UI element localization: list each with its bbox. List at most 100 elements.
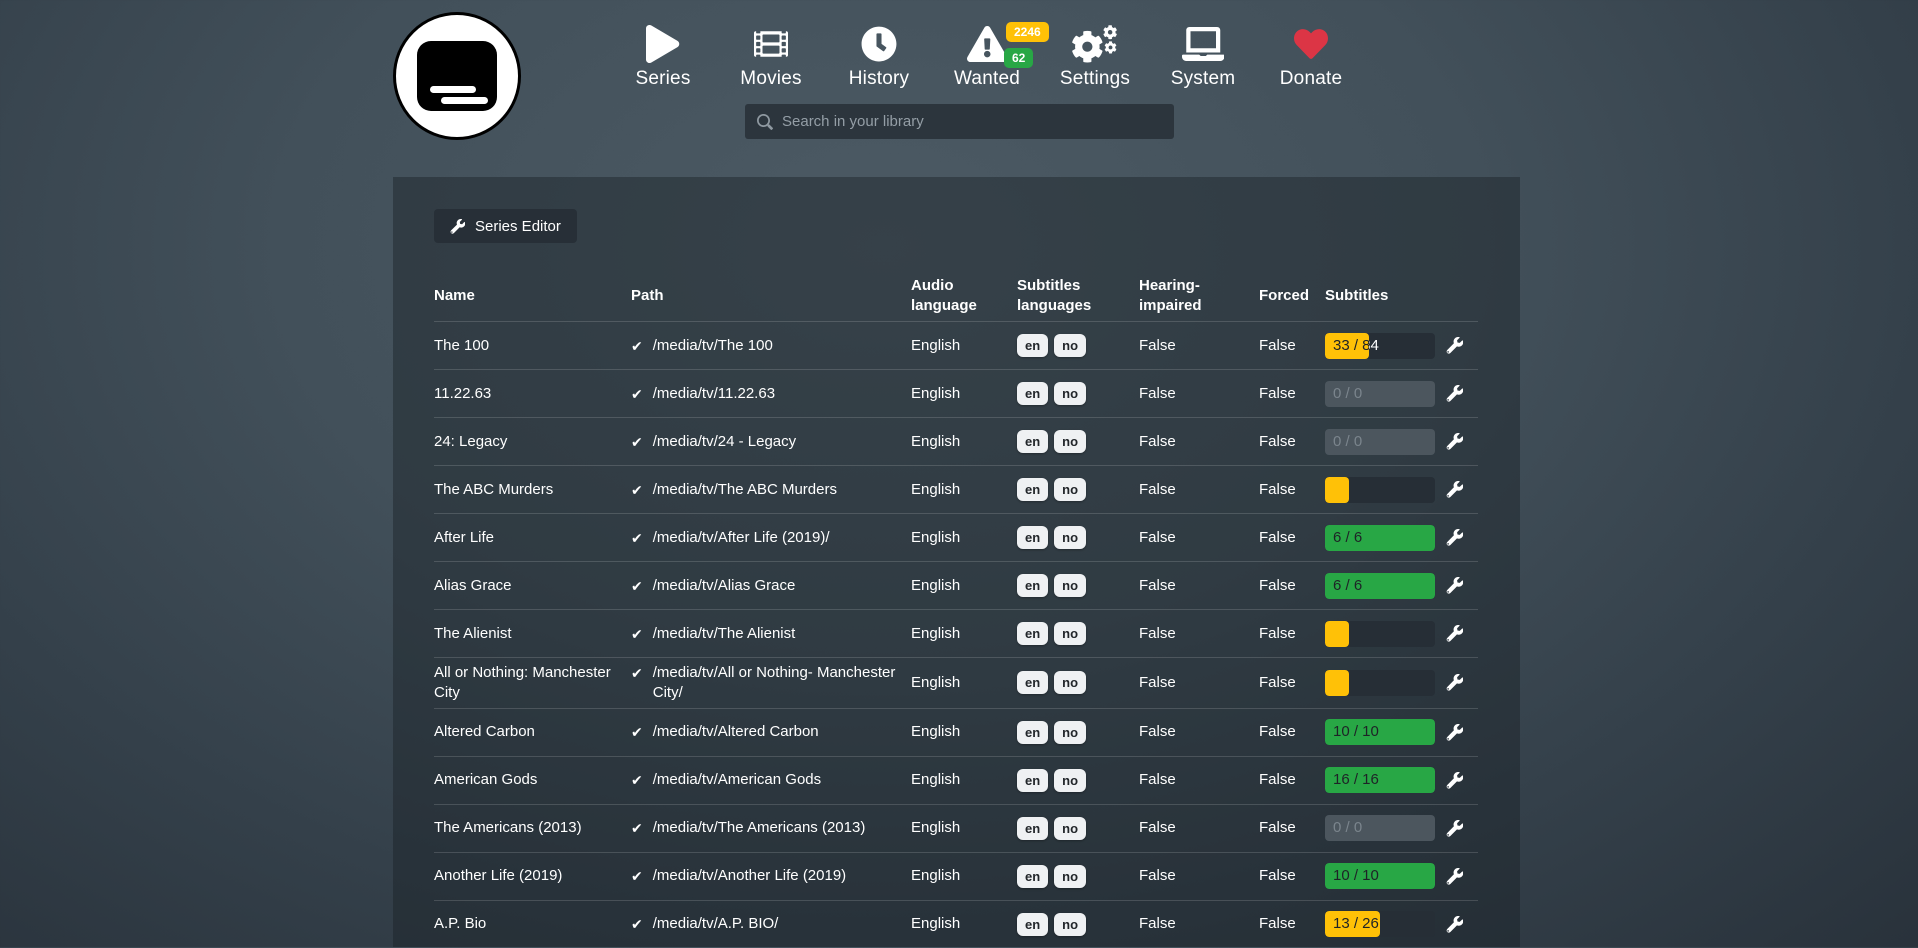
table-row: After Life ✔ /media/tv/After Life (2019)… (434, 513, 1478, 561)
audio-language: English (911, 384, 1017, 404)
logo-screen-icon (417, 41, 498, 112)
wrench-icon (1446, 820, 1463, 837)
table-row: The ABC Murders ✔ /media/tv/The ABC Murd… (434, 465, 1478, 513)
series-name[interactable]: A.P. Bio (434, 914, 631, 934)
table-row: Altered Carbon ✔ /media/tv/Altered Carbo… (434, 708, 1478, 756)
series-name[interactable]: After Life (434, 528, 631, 548)
series-name[interactable]: 11.22.63 (434, 384, 631, 404)
subtitles-progress-bar: 10 / 10 10 / 10 (1325, 719, 1435, 745)
edit-series-button[interactable] (1445, 916, 1464, 933)
hearing-impaired-value: False (1139, 624, 1259, 644)
language-badge-no: no (1054, 622, 1086, 645)
language-badge-no: no (1054, 913, 1086, 936)
subtitle-languages: enno (1017, 721, 1139, 744)
forced-value: False (1259, 673, 1325, 693)
series-name[interactable]: American Gods (434, 770, 631, 790)
edit-series-button[interactable] (1445, 674, 1464, 691)
nav-item-series[interactable]: Series (612, 22, 714, 90)
check-icon: ✔ (631, 432, 643, 452)
search-input[interactable] (782, 113, 1162, 130)
series-name[interactable]: Altered Carbon (434, 722, 631, 742)
wrench-icon (1446, 577, 1463, 594)
header-subtitles-languages: Subtitles languages (1017, 276, 1139, 317)
language-badge-no: no (1054, 526, 1086, 549)
search-icon (757, 114, 773, 130)
language-badge-no: no (1054, 334, 1086, 357)
edit-series-button[interactable] (1445, 433, 1464, 450)
nav-item-label: System (1171, 68, 1236, 90)
forced-value: False (1259, 914, 1325, 934)
hearing-impaired-value: False (1139, 336, 1259, 356)
hearing-impaired-value: False (1139, 673, 1259, 693)
edit-series-button[interactable] (1445, 385, 1464, 402)
subtitles-progress-bar: 10 / 10 10 / 10 (1325, 863, 1435, 889)
nav-item-settings[interactable]: Settings (1044, 22, 1146, 90)
series-name[interactable]: Alias Grace (434, 576, 631, 596)
check-icon: ✔ (631, 576, 643, 596)
edit-series-button[interactable] (1445, 820, 1464, 837)
series-name[interactable]: The Alienist (434, 624, 631, 644)
series-name[interactable]: The ABC Murders (434, 480, 631, 500)
nav-item-donate[interactable]: Donate (1260, 22, 1362, 90)
hearing-impaired-value: False (1139, 722, 1259, 742)
series-path: /media/tv/Another Life (2019) (653, 866, 846, 886)
hearing-impaired-value: False (1139, 432, 1259, 452)
table-row: American Gods ✔ /media/tv/American Gods … (434, 756, 1478, 804)
subtitles-progress-label: 0 / 0 (1333, 429, 1435, 455)
check-icon: ✔ (631, 624, 643, 644)
series-editor-button[interactable]: Series Editor (434, 209, 577, 243)
header-audio-language: Audio language (911, 276, 1017, 317)
top-bar: Series Movies History Wanted 224662 Sett… (0, 0, 1918, 177)
edit-series-button[interactable] (1445, 337, 1464, 354)
table-row: All or Nothing: Manchester City ✔ /media… (434, 657, 1478, 708)
language-badge-en: en (1017, 865, 1048, 888)
edit-series-button[interactable] (1445, 481, 1464, 498)
subtitles-progress-bar (1325, 670, 1435, 696)
subtitle-languages: enno (1017, 574, 1139, 597)
hearing-impaired-value: False (1139, 866, 1259, 886)
table-header: Name Path Audio language Subtitles langu… (434, 271, 1478, 321)
language-badge-en: en (1017, 817, 1048, 840)
check-icon: ✔ (631, 722, 643, 742)
nav-item-history[interactable]: History (828, 22, 930, 90)
warning-icon (967, 22, 1008, 66)
edit-series-button[interactable] (1445, 724, 1464, 741)
language-badge-no: no (1054, 671, 1086, 694)
series-name[interactable]: The Americans (2013) (434, 818, 631, 838)
check-icon: ✔ (631, 866, 643, 886)
film-icon (754, 22, 788, 66)
forced-value: False (1259, 576, 1325, 596)
subtitle-languages: enno (1017, 913, 1139, 936)
series-name[interactable]: All or Nothing: Manchester City (434, 663, 631, 703)
edit-series-button[interactable] (1445, 529, 1464, 546)
table-row: 11.22.63 ✔ /media/tv/11.22.63 English en… (434, 369, 1478, 417)
subtitle-languages: enno (1017, 865, 1139, 888)
nav-item-wanted[interactable]: Wanted 224662 (936, 22, 1038, 90)
edit-series-button[interactable] (1445, 868, 1464, 885)
series-name[interactable]: Another Life (2019) (434, 866, 631, 886)
subtitle-languages: enno (1017, 382, 1139, 405)
series-name[interactable]: 24: Legacy (434, 432, 631, 452)
header-name: Name (434, 286, 631, 306)
app-logo[interactable] (393, 12, 521, 140)
edit-series-button[interactable] (1445, 625, 1464, 642)
edit-series-button[interactable] (1445, 577, 1464, 594)
language-badge-no: no (1054, 430, 1086, 453)
series-path: /media/tv/American Gods (653, 770, 821, 790)
wanted-count-badge: 2246 (1006, 22, 1049, 42)
series-name[interactable]: The 100 (434, 336, 631, 356)
audio-language: English (911, 914, 1017, 934)
edit-series-button[interactable] (1445, 772, 1464, 789)
audio-language: English (911, 336, 1017, 356)
series-path: /media/tv/The Americans (2013) (653, 818, 866, 838)
subtitles-progress-bar: 16 / 16 16 / 16 (1325, 767, 1435, 793)
hearing-impaired-value: False (1139, 914, 1259, 934)
table-row: A.P. Bio ✔ /media/tv/A.P. BIO/ English e… (434, 900, 1478, 948)
nav-item-movies[interactable]: Movies (720, 22, 822, 90)
subtitles-progress-label: 0 / 0 (1333, 381, 1435, 407)
nav-item-system[interactable]: System (1152, 22, 1254, 90)
forced-value: False (1259, 818, 1325, 838)
nav-item-label: Movies (740, 68, 801, 90)
language-badge-en: en (1017, 334, 1048, 357)
subtitle-languages: enno (1017, 430, 1139, 453)
